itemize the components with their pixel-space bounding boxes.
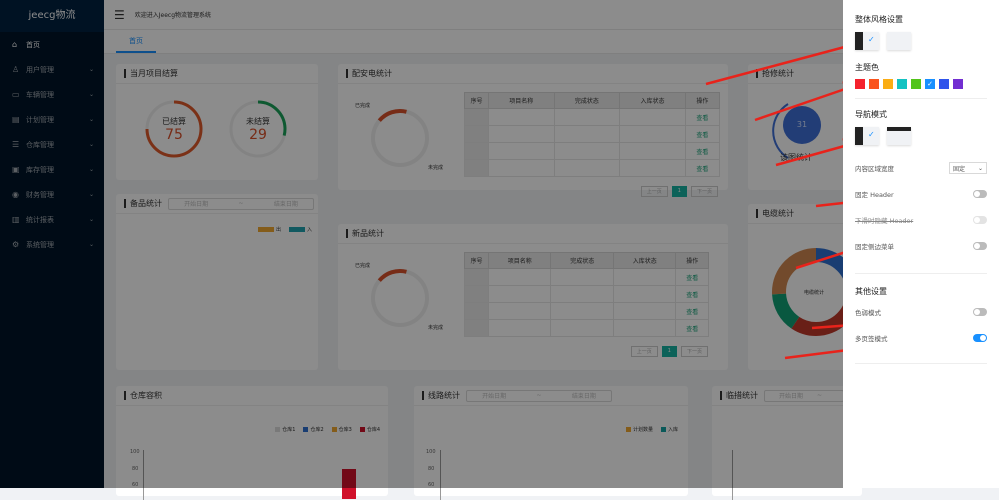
fixed-header-row: 固定 Header	[855, 181, 987, 207]
style-options: ✓	[855, 32, 987, 50]
nav-title: 导航模式	[855, 110, 887, 119]
content-width-row: 内容区域宽度 固定 ⌄	[855, 155, 987, 181]
theme-color-swatch[interactable]: ✓	[925, 79, 935, 89]
nav-top-option[interactable]	[887, 127, 911, 145]
hide-header-toggle[interactable]	[973, 216, 987, 224]
theme-color-swatch[interactable]	[911, 79, 921, 89]
other-title: 其他设置	[855, 287, 887, 296]
check-icon: ✓	[868, 130, 875, 139]
label: 固定 Header	[855, 191, 894, 199]
theme-color-swatch[interactable]	[883, 79, 893, 89]
fixed-sidebar-row: 固定侧边菜单	[855, 233, 987, 259]
nav-options: ✓	[855, 127, 987, 145]
theme-color-swatch[interactable]	[953, 79, 963, 89]
fixed-sidebar-toggle[interactable]	[973, 242, 987, 250]
multi-tab-row: 多页签模式	[855, 325, 987, 351]
theme-colors: ✓	[855, 79, 987, 89]
check-icon: ✓	[868, 35, 875, 44]
multi-tab-toggle[interactable]	[973, 334, 987, 342]
theme-color-swatch[interactable]	[939, 79, 949, 89]
style-title: 整体风格设置	[855, 15, 903, 24]
fixed-header-toggle[interactable]	[973, 190, 987, 198]
weak-mode-toggle[interactable]	[973, 308, 987, 316]
theme-title: 主题色	[855, 63, 879, 72]
theme-color-swatch[interactable]	[897, 79, 907, 89]
style-light-option[interactable]	[887, 32, 911, 50]
nav-side-option[interactable]: ✓	[855, 127, 879, 145]
content-width-select[interactable]: 固定 ⌄	[949, 162, 987, 174]
content-width-label: 内容区域宽度	[855, 165, 894, 173]
chevron-down-icon: ⌄	[977, 164, 983, 172]
label: 色弱模式	[855, 309, 881, 317]
hide-header-row: 下滑时隐藏 Header	[855, 207, 987, 233]
label: 下滑时隐藏 Header	[855, 217, 914, 225]
label: 多页签模式	[855, 335, 888, 343]
weak-mode-row: 色弱模式	[855, 299, 987, 325]
theme-color-swatch[interactable]	[869, 79, 879, 89]
settings-drawer: 整体风格设置 ✓ 主题色 ✓ 导航模式 ✓ 内容区域宽度 固定 ⌄ 固定 Heade…	[843, 0, 999, 488]
style-dark-option[interactable]: ✓	[855, 32, 879, 50]
label: 固定侧边菜单	[855, 243, 894, 251]
theme-color-swatch[interactable]	[855, 79, 865, 89]
